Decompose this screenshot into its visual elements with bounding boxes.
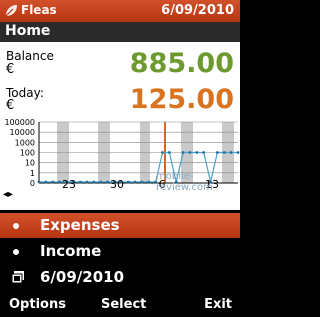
chart-nav-arrows[interactable]: ◂▸	[3, 189, 13, 200]
watermark: mobile-review.com	[156, 171, 213, 193]
select-softkey[interactable]: Select	[101, 297, 146, 312]
data-point	[51, 180, 55, 184]
data-point	[229, 151, 233, 154]
options-softkey[interactable]: Options	[9, 297, 66, 312]
y-tick-label: 1	[30, 169, 35, 178]
app-screen: Fleas 6/09/2010 Home Balance € 885.00 To…	[0, 0, 240, 317]
y-tick-label: 0	[30, 179, 35, 188]
menu-item-label: Income	[40, 242, 102, 260]
exit-softkey[interactable]: Exit	[204, 297, 232, 312]
app-title: Fleas	[21, 3, 57, 17]
bullet-icon	[13, 249, 19, 255]
bullet-icon	[13, 223, 19, 229]
menu-item-income[interactable]: Income	[0, 239, 240, 264]
data-point	[181, 151, 185, 154]
data-point	[106, 180, 110, 184]
data-point	[236, 151, 240, 154]
data-point	[44, 180, 48, 184]
data-point	[99, 180, 103, 184]
balance-value: 885.00	[129, 48, 234, 79]
today-currency: €	[6, 98, 15, 113]
data-point	[188, 151, 192, 154]
y-tick-label: 100000	[4, 118, 35, 127]
data-point	[92, 180, 96, 184]
y-tick-label: 100	[20, 149, 35, 158]
data-point	[140, 180, 144, 184]
data-point	[85, 180, 89, 184]
y-tick-label: 1000	[15, 138, 35, 147]
data-point	[37, 180, 41, 184]
menu-item-expenses[interactable]: Expenses	[0, 213, 240, 238]
menu-item-label: Expenses	[40, 216, 120, 234]
x-tick-label: 30	[110, 178, 124, 189]
status-bar: Fleas 6/09/2010	[0, 0, 240, 22]
data-point	[161, 151, 164, 154]
today-value: 125.00	[129, 84, 234, 115]
page-header: Home	[0, 22, 240, 42]
y-tick-label: 10	[25, 159, 35, 168]
status-date: 6/09/2010	[161, 3, 234, 18]
data-point	[126, 180, 130, 184]
data-point	[58, 180, 61, 184]
x-tick-label: 23	[62, 178, 76, 189]
data-point	[167, 151, 171, 154]
data-point	[147, 180, 151, 184]
page-title: Home	[5, 23, 51, 39]
calendar-icon	[11, 271, 24, 284]
menu-item-date[interactable]: 6/09/2010	[0, 265, 240, 290]
balance-currency: €	[6, 62, 15, 77]
menu-item-label: 6/09/2010	[40, 268, 125, 286]
main-menu: Expenses Income 6/09/2010	[0, 210, 240, 294]
y-tick-label: 10000	[10, 128, 35, 137]
data-point	[133, 180, 137, 184]
data-point	[195, 151, 199, 154]
data-point	[216, 151, 219, 154]
softkey-bar: Options Select Exit	[0, 294, 240, 317]
data-point	[78, 180, 82, 184]
leaf-icon	[5, 5, 17, 17]
data-point	[202, 151, 206, 154]
data-point	[222, 151, 226, 154]
